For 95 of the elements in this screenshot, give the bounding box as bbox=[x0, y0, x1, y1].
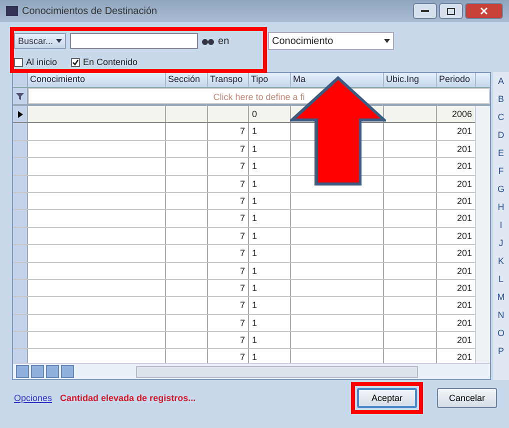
table-cell: 1 bbox=[252, 178, 258, 189]
minimize-icon bbox=[421, 10, 429, 12]
search-dropdown-button[interactable]: Buscar... bbox=[14, 33, 66, 49]
table-cell: 1 bbox=[252, 266, 258, 276]
table-cell: 1 bbox=[252, 335, 258, 346]
alphabet-index-link[interactable]: B bbox=[493, 94, 509, 111]
maximize-icon bbox=[447, 8, 455, 14]
table-cell: 7 bbox=[240, 300, 245, 310]
search-field[interactable] bbox=[70, 33, 198, 49]
table-cell: 1 bbox=[252, 282, 258, 293]
alphabet-index-link[interactable]: A bbox=[493, 76, 509, 93]
alphabet-index-link[interactable]: G bbox=[493, 184, 509, 201]
table-cell: 7 bbox=[240, 318, 245, 328]
alphabet-index-link[interactable]: D bbox=[493, 130, 509, 147]
table-cell: 201 bbox=[456, 335, 472, 346]
caret-icon bbox=[56, 39, 62, 43]
table-cell: 1 bbox=[252, 196, 258, 206]
table-cell: 1 bbox=[252, 213, 258, 224]
table-cell: 1 bbox=[252, 126, 258, 136]
table-cell: 1 bbox=[252, 300, 258, 310]
checkbox[interactable] bbox=[14, 58, 23, 66]
table-cell: 7 bbox=[240, 178, 245, 189]
table-cell: 201 bbox=[456, 213, 472, 224]
alphabet-index-link[interactable]: F bbox=[493, 166, 509, 183]
current-row-icon bbox=[18, 110, 22, 118]
table-cell: 1 bbox=[252, 161, 258, 172]
binoculars-icon[interactable] bbox=[202, 36, 214, 46]
alphabet-index-link[interactable]: C bbox=[493, 112, 509, 129]
table-cell: 7 bbox=[240, 282, 245, 293]
app-icon bbox=[6, 6, 18, 16]
table-cell: 7 bbox=[240, 196, 245, 206]
cancel-button[interactable]: Cancelar bbox=[437, 388, 497, 408]
checkbox[interactable] bbox=[71, 58, 80, 66]
table-cell: 201 bbox=[456, 230, 472, 241]
table-cell: 1 bbox=[252, 144, 258, 154]
table-cell: 201 bbox=[456, 178, 472, 189]
table-cell: 0 bbox=[252, 109, 258, 119]
alphabet-index-link[interactable]: H bbox=[493, 202, 509, 219]
column-header[interactable]: Periodo bbox=[437, 73, 476, 87]
in-label: en bbox=[218, 36, 230, 46]
close-button[interactable] bbox=[465, 3, 503, 19]
table-cell: 201 bbox=[456, 196, 472, 206]
alphabet-index-link[interactable]: K bbox=[493, 256, 509, 273]
table-cell: 201 bbox=[456, 300, 472, 310]
alphabet-index-link[interactable]: O bbox=[493, 328, 509, 345]
table-cell: 201 bbox=[456, 318, 472, 328]
vertical-scrollbar[interactable] bbox=[475, 106, 490, 363]
column-header[interactable]: Conocimiento bbox=[28, 73, 166, 87]
checkbox-label: En Contenido bbox=[83, 57, 138, 67]
field-dropdown[interactable]: Conocimiento bbox=[268, 32, 394, 50]
checkbox-label: Al inicio bbox=[26, 57, 58, 67]
alphabet-index-link[interactable]: L bbox=[493, 274, 509, 291]
table-cell: 7 bbox=[240, 352, 245, 362]
close-icon bbox=[480, 7, 488, 15]
options-link[interactable]: Opciones bbox=[14, 393, 52, 403]
table-cell: 7 bbox=[240, 144, 245, 154]
column-header[interactable]: Ubic.Ing bbox=[384, 73, 437, 87]
table-cell: 7 bbox=[240, 266, 245, 276]
up-arrow-icon bbox=[290, 76, 386, 186]
row-selector[interactable] bbox=[13, 106, 28, 122]
accept-button[interactable]: Aceptar bbox=[357, 388, 417, 408]
table-cell: 2006 bbox=[452, 109, 472, 119]
table-cell: 7 bbox=[240, 161, 245, 172]
alphabet-index-link[interactable]: E bbox=[493, 148, 509, 165]
table-cell: 1 bbox=[252, 318, 258, 328]
column-header[interactable]: Tipo bbox=[249, 73, 291, 87]
horizontal-scrollbar[interactable] bbox=[136, 366, 418, 378]
table-cell: 201 bbox=[456, 266, 472, 276]
table-cell: 7 bbox=[240, 248, 245, 258]
column-header[interactable]: Sección bbox=[166, 73, 208, 87]
caret-icon bbox=[384, 39, 390, 43]
alphabet-index-link[interactable]: P bbox=[493, 346, 509, 363]
table-cell: 201 bbox=[456, 282, 472, 293]
table-cell: 201 bbox=[456, 144, 472, 154]
alphabet-index-link[interactable]: I bbox=[493, 220, 509, 237]
window-title: Conocimientos de Destinación bbox=[22, 6, 158, 16]
table-cell: 201 bbox=[456, 352, 472, 362]
table-cell: 7 bbox=[240, 213, 245, 224]
warning-message: Cantidad elevada de registros... bbox=[60, 393, 197, 403]
table-cell: 201 bbox=[456, 248, 472, 258]
maximize-button[interactable] bbox=[439, 3, 463, 19]
table-cell: 1 bbox=[252, 248, 258, 258]
table-cell: 1 bbox=[252, 352, 258, 362]
table-cell: 1 bbox=[252, 230, 258, 241]
column-header[interactable]: Transpo bbox=[208, 73, 249, 87]
table-cell: 201 bbox=[456, 126, 472, 136]
table-cell: 7 bbox=[240, 335, 245, 346]
table-cell: 7 bbox=[240, 230, 245, 241]
table-cell: 7 bbox=[240, 126, 245, 136]
alphabet-index-link[interactable]: J bbox=[493, 238, 509, 255]
minimize-button[interactable] bbox=[413, 3, 437, 19]
table-cell: 201 bbox=[456, 161, 472, 172]
filter-icon[interactable] bbox=[16, 92, 24, 100]
alphabet-index-link[interactable]: N bbox=[493, 310, 509, 327]
alphabet-index-link[interactable]: M bbox=[493, 292, 509, 309]
